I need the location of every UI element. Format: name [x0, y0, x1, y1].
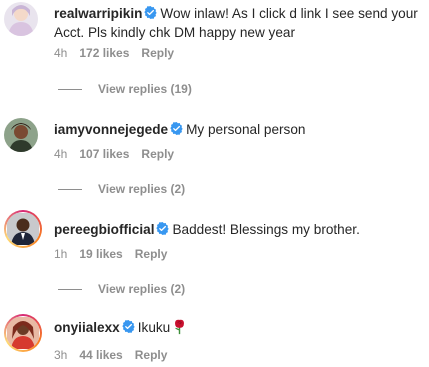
view-replies-label: View replies (2) — [98, 282, 186, 296]
comment-body: My personal person — [186, 122, 306, 137]
username[interactable]: realwarripikin — [54, 6, 142, 21]
divider-line — [58, 188, 82, 190]
avatar-image — [6, 212, 40, 246]
view-replies-button[interactable]: View replies (19) — [58, 82, 192, 96]
comment-body: Baddest! Blessings my brother. — [172, 222, 360, 237]
verified-badge-icon — [170, 122, 183, 135]
verified-badge-icon — [156, 222, 170, 235]
username[interactable]: onyiialexx — [54, 320, 120, 335]
comment-item: onyiialexx Ikuku 3h 44 likes Reply — [0, 312, 429, 367]
timestamp: 1h — [54, 247, 68, 261]
avatar[interactable] — [4, 210, 42, 248]
reply-button[interactable]: Reply — [135, 348, 168, 362]
divider-line — [58, 288, 82, 290]
comment-item: realwarripikin Wow inlaw! As I click d li… — [0, 0, 429, 96]
reply-button[interactable]: Reply — [141, 46, 174, 60]
verified-badge-icon — [144, 6, 158, 19]
view-replies-button[interactable]: View replies (2) — [58, 282, 185, 296]
avatar[interactable] — [4, 2, 38, 36]
comment-item: pereegbiofficial Baddest! Blessings my br… — [0, 208, 429, 298]
view-replies-button[interactable]: View replies (2) — [58, 182, 185, 196]
timestamp: 3h — [54, 348, 68, 362]
view-replies-label: View replies (19) — [98, 82, 192, 96]
username[interactable]: iamyvonnejegede — [54, 122, 168, 137]
avatar[interactable] — [4, 118, 38, 152]
comment-text-block: iamyvonnejegede My personal person — [54, 120, 421, 139]
timestamp: 4h — [54, 46, 68, 60]
likes-count[interactable]: 19 likes — [79, 247, 122, 261]
timestamp: 4h — [54, 147, 68, 161]
comment-text-block: realwarripikin Wow inlaw! As I click d li… — [54, 4, 421, 42]
username[interactable]: pereegbiofficial — [54, 222, 154, 237]
avatar[interactable] — [4, 314, 42, 352]
comment-meta: 1h 19 likes Reply — [54, 247, 167, 261]
comment-meta: 4h 107 likes Reply — [54, 147, 174, 161]
comment-meta: 3h 44 likes Reply — [54, 348, 167, 362]
likes-count[interactable]: 107 likes — [79, 147, 129, 161]
verified-badge-icon — [122, 320, 135, 333]
comment-body: Ikuku — [137, 320, 171, 335]
likes-count[interactable]: 172 likes — [79, 46, 129, 60]
divider-line — [58, 88, 82, 90]
comment-item: iamyvonnejegede My personal person 4h 107… — [0, 114, 429, 204]
likes-count[interactable]: 44 likes — [79, 348, 122, 362]
view-replies-label: View replies (2) — [98, 182, 186, 196]
reply-button[interactable]: Reply — [135, 247, 168, 261]
reply-button[interactable]: Reply — [141, 147, 174, 161]
comment-meta: 4h 172 likes Reply — [54, 46, 174, 60]
comment-text-block: onyiialexx Ikuku — [54, 318, 421, 337]
comment-text-block: pereegbiofficial Baddest! Blessings my br… — [54, 220, 421, 239]
avatar-image — [6, 316, 40, 350]
rose-icon — [175, 319, 185, 335]
